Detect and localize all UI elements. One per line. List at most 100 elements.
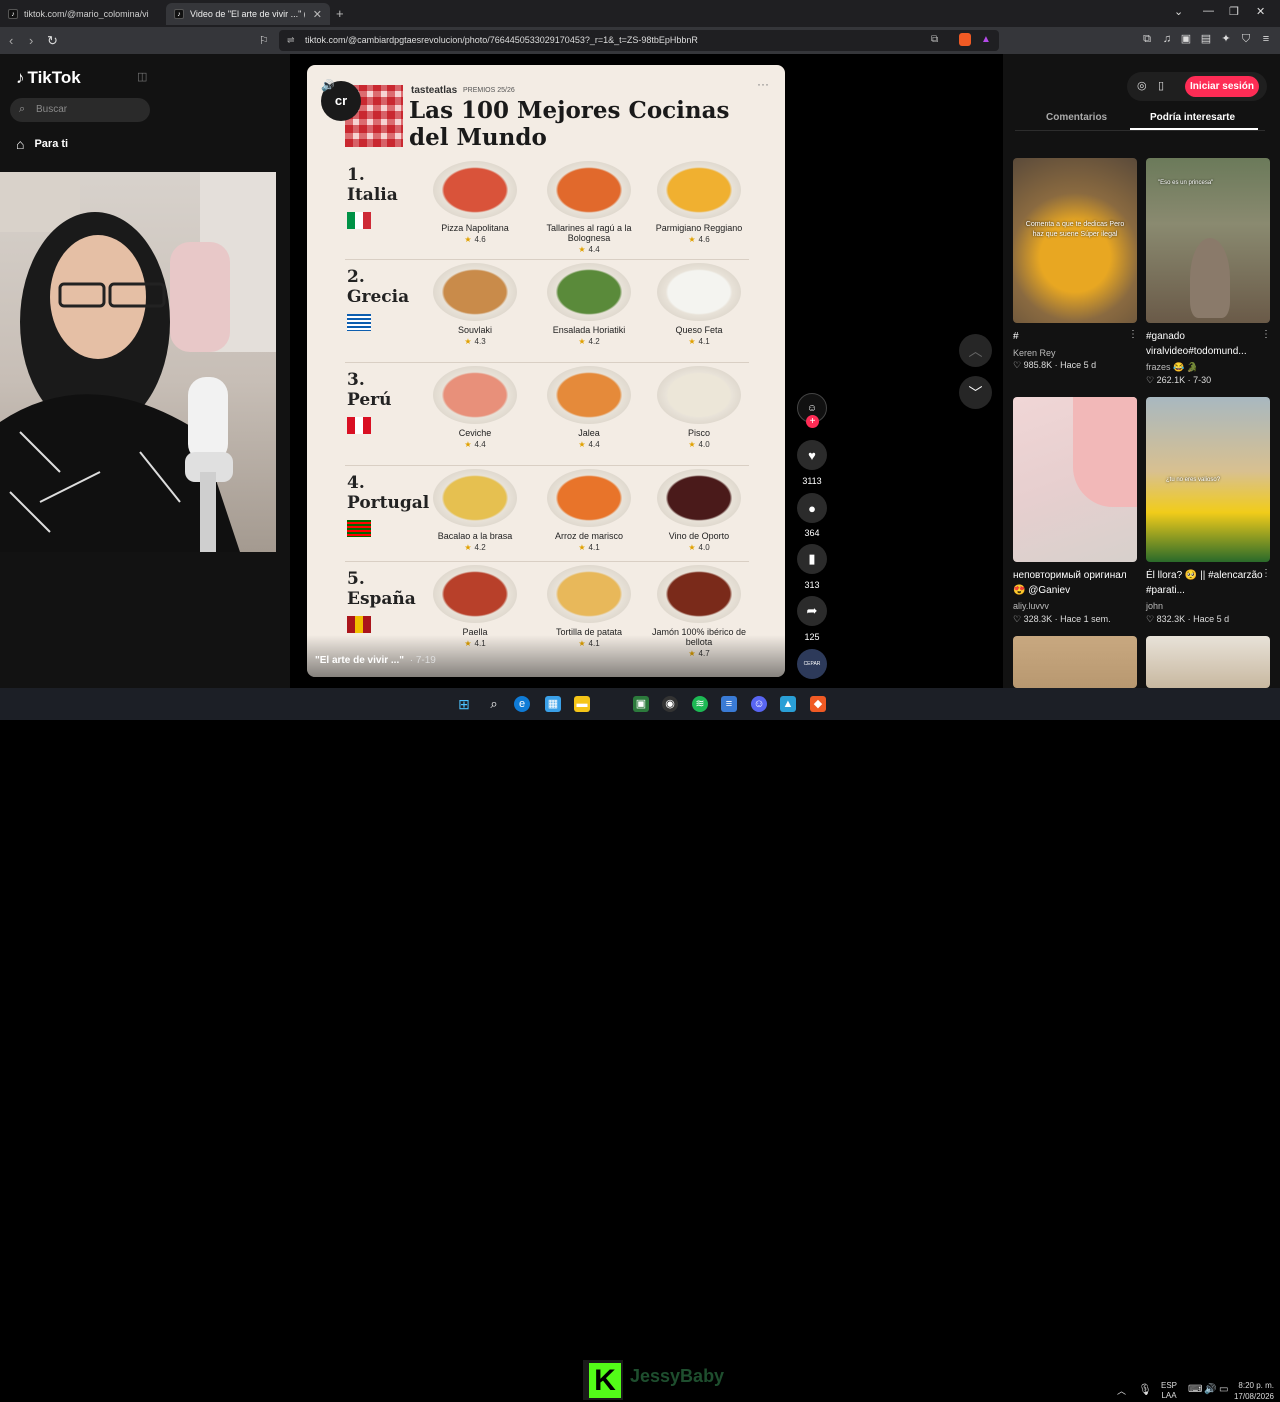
suggested-thumbnail-4[interactable]: ¿tu no eres valioso?	[1146, 397, 1270, 562]
wallet-icon[interactable]: ▤	[1200, 33, 1212, 45]
forward-icon[interactable]: ›	[29, 33, 33, 48]
dish-photo	[547, 161, 631, 219]
next-video-button[interactable]: ﹀	[959, 376, 992, 409]
nav-para-ti[interactable]: ⌂ Para ti	[16, 136, 68, 152]
dish-name: Pisco	[687, 428, 710, 438]
date: 7-30	[1193, 375, 1212, 385]
menu-icon[interactable]: ≡	[1260, 33, 1272, 45]
photos-icon[interactable]: ▲	[780, 696, 796, 712]
new-tab-button[interactable]: +	[336, 6, 344, 21]
suggested-title-1[interactable]: #	[1013, 329, 1137, 344]
comment-button[interactable]: ●	[797, 493, 827, 523]
previous-video-button[interactable]: ︿	[959, 334, 992, 367]
dish-photo	[433, 161, 517, 219]
discord-icon[interactable]: ☺	[751, 696, 767, 712]
spotify-icon[interactable]: ≋	[692, 696, 708, 712]
edge-icon[interactable]: e	[514, 696, 530, 712]
more-options-icon[interactable]: ···	[757, 77, 769, 91]
dish-photo	[547, 565, 631, 623]
suggested-author-1[interactable]: Keren Rey	[1013, 348, 1056, 358]
brave-rewards-icon[interactable]: ▲	[981, 34, 991, 45]
thumbnail-shape	[1073, 397, 1137, 507]
tab-comments[interactable]: Comentarios	[1046, 112, 1107, 123]
login-button[interactable]: Iniciar sesión	[1185, 76, 1259, 97]
tray-chevron-icon[interactable]: ︿	[1117, 1384, 1126, 1397]
suggested-title-4[interactable]: Él llora? 🥺 || #alencarzão #parati...	[1146, 568, 1270, 598]
post-image[interactable]: cr 🔊 ··· tasteatlas PREMIOS 25/26 Las 10…	[307, 65, 785, 677]
country-rank: 5. España	[347, 569, 416, 609]
bookmark-icon[interactable]: ⚐	[259, 34, 269, 47]
file-explorer-icon[interactable]: ▬	[574, 696, 590, 712]
save-button[interactable]: ▮	[797, 544, 827, 574]
close-tab-icon[interactable]: ✕	[313, 8, 322, 21]
suggested-author-2[interactable]: frazes 😂 🐊	[1146, 362, 1198, 373]
brave-shields-icon[interactable]	[959, 33, 971, 46]
extensions-icon[interactable]: ⧉	[1141, 33, 1153, 45]
more-icon[interactable]: ⋮	[1261, 329, 1271, 340]
sidebar-icon[interactable]: ▣	[1180, 33, 1192, 45]
rating-value: 4.2	[588, 337, 600, 346]
tiktok-logo[interactable]: ♪ TikTok	[16, 68, 81, 88]
widgets-icon[interactable]: ▦	[545, 696, 561, 712]
notes-icon[interactable]: ≡	[721, 696, 737, 712]
restore-icon[interactable]: ❐	[1229, 5, 1239, 18]
post-caption[interactable]: "El arte de vivir ..." · 7-19	[315, 655, 436, 666]
volume-icon[interactable]: 🔊	[321, 79, 335, 92]
chevron-up-icon: ︿	[968, 342, 983, 359]
streamer-webcam-image	[0, 172, 276, 552]
suggested-thumbnail-6[interactable]	[1146, 636, 1270, 688]
star-icon: ★	[688, 440, 696, 449]
collapse-sidebar-icon[interactable]: ◫	[137, 70, 147, 83]
dish-card: Jalea ★ 4.4	[529, 366, 649, 449]
suggested-thumbnail-1[interactable]: Comenta a que te dedicas Pero haz que su…	[1013, 158, 1137, 323]
search-icon: ⌕	[19, 103, 26, 115]
close-window-icon[interactable]: ✕	[1256, 5, 1265, 18]
vpn-icon[interactable]: ⛉	[1240, 33, 1252, 45]
browser-tab-2[interactable]: ♪ Video de "El arte de vivir ..." (@c ✕	[166, 3, 330, 25]
browser-tab-1[interactable]: ♪ tiktok.com/@mario_colomina/video/	[0, 3, 160, 25]
leo-ai-icon[interactable]: ✦	[1220, 33, 1232, 45]
suggested-title-3[interactable]: неповторимый оригинал 😍 @Ganiev	[1013, 568, 1137, 598]
minimize-icon[interactable]: —	[1203, 5, 1214, 17]
suggested-thumbnail-5[interactable]	[1013, 636, 1137, 688]
suggested-thumbnail-3[interactable]	[1013, 397, 1137, 562]
more-icon[interactable]: ⋮	[1128, 329, 1138, 340]
follow-plus-icon[interactable]: +	[806, 415, 819, 428]
back-icon[interactable]: ‹	[9, 33, 13, 48]
suggested-author-4[interactable]: john	[1146, 601, 1163, 611]
rank-number: 3.	[347, 370, 365, 390]
mic-icon[interactable]: 🎙	[1138, 1383, 1152, 1396]
url-field[interactable]: ⇌ tiktok.com/@cambiardpgtaesrevolucion/p…	[279, 30, 999, 51]
search-input[interactable]: ⌕ Buscar	[10, 98, 150, 122]
search-icon[interactable]: ⌕	[486, 696, 502, 712]
bookmark-icon: ▮	[808, 551, 816, 566]
language-indicator[interactable]: ESP LAA	[1161, 1381, 1177, 1401]
like-button[interactable]: ♥	[797, 440, 827, 470]
clock[interactable]: 8:20 p. m. 17/08/2026	[1224, 1380, 1274, 1402]
share-button[interactable]: ➦	[797, 596, 827, 626]
app-icon[interactable]: ▣	[633, 696, 649, 712]
more-icon[interactable]: ⋮	[1261, 568, 1271, 579]
dish-name: Jalea	[578, 428, 600, 438]
suggested-thumbnail-2[interactable]: "Eso es un princesa"	[1146, 158, 1270, 323]
site-info-icon[interactable]: ⇌	[287, 35, 295, 46]
dish-name: Souvlaki	[457, 325, 493, 335]
start-icon[interactable]: ⊞	[456, 696, 472, 712]
lang: ESP	[1161, 1381, 1178, 1390]
volume-icon[interactable]: 🔊	[1204, 1384, 1216, 1395]
reload-icon[interactable]: ↻	[47, 33, 58, 49]
date: Hace 1 sem.	[1060, 614, 1111, 624]
network-icon[interactable]: ⌨	[1188, 1384, 1202, 1395]
coin-icon[interactable]: ◎	[1137, 79, 1147, 92]
country-rank: 1. Italia	[347, 165, 398, 205]
obs-icon[interactable]: ◉	[662, 696, 678, 712]
media-icon[interactable]: ♫	[1161, 33, 1173, 45]
tab-suggested[interactable]: Podría interesarte	[1150, 112, 1235, 123]
brave-icon[interactable]: ◆	[810, 696, 826, 712]
device-icon[interactable]: ▯	[1158, 79, 1164, 92]
translate-icon[interactable]: ⧉	[931, 34, 938, 45]
suggested-author-3[interactable]: aliy.luvvv	[1013, 601, 1049, 611]
suggested-title-2[interactable]: #ganado viralvideo#todomund...	[1146, 329, 1270, 359]
tab-list-icon[interactable]: ⌄	[1174, 5, 1183, 18]
sound-disc[interactable]: CEPAR	[797, 649, 827, 679]
